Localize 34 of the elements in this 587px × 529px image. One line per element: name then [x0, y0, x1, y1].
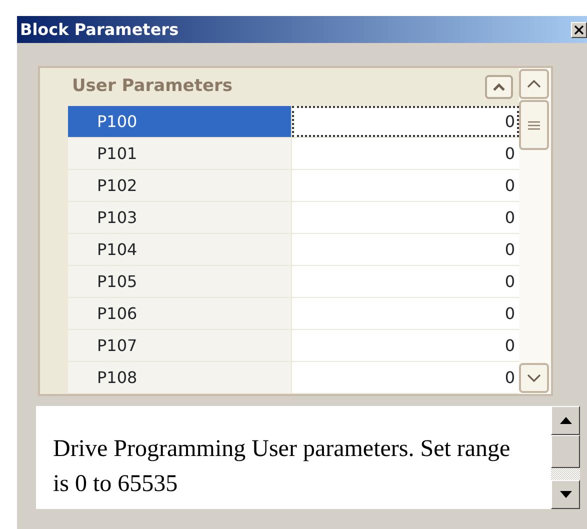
parameter-value[interactable]: 0	[292, 202, 519, 233]
chevron-up-icon	[527, 80, 541, 88]
down-arrow-icon	[560, 491, 572, 498]
chevron-up-icon	[493, 83, 505, 91]
description-text: Drive Programming User parameters. Set range is 0 to 65535	[52, 435, 512, 499]
parameter-name[interactable]: P108	[68, 362, 292, 393]
parameter-value[interactable]: 0	[292, 170, 519, 201]
collapse-button[interactable]	[485, 75, 513, 99]
parameter-value[interactable]: 0	[292, 330, 519, 361]
parameter-name[interactable]: P106	[68, 298, 292, 329]
window-title: Block Parameters	[19, 18, 179, 40]
parameter-name[interactable]: P105	[68, 266, 292, 297]
scroll-track[interactable]	[551, 468, 580, 480]
parameter-value[interactable]: 0	[292, 298, 519, 329]
parameter-value[interactable]: 0	[292, 234, 519, 265]
close-icon	[574, 24, 584, 34]
parameter-value[interactable]: 0	[292, 138, 519, 169]
parameter-value[interactable]: 0	[292, 106, 519, 137]
category-label: User Parameters	[72, 75, 232, 98]
scroll-thumb[interactable]	[519, 100, 549, 150]
parameter-name[interactable]: P100	[68, 106, 292, 137]
up-arrow-icon	[560, 417, 572, 424]
scrollbar[interactable]	[519, 68, 551, 394]
parameter-name[interactable]: P107	[68, 330, 292, 361]
parameter-name[interactable]: P102	[68, 170, 292, 201]
parameter-name[interactable]: P104	[68, 234, 292, 265]
parameter-value[interactable]: 0	[292, 266, 519, 297]
parameter-name[interactable]: P101	[68, 138, 292, 169]
parameter-value[interactable]: 0	[292, 362, 519, 393]
grip-icon	[528, 120, 540, 130]
chevron-down-icon	[527, 374, 541, 382]
close-button[interactable]	[571, 22, 587, 38]
scrollbar[interactable]	[551, 406, 580, 509]
parameter-name[interactable]: P103	[68, 202, 292, 233]
